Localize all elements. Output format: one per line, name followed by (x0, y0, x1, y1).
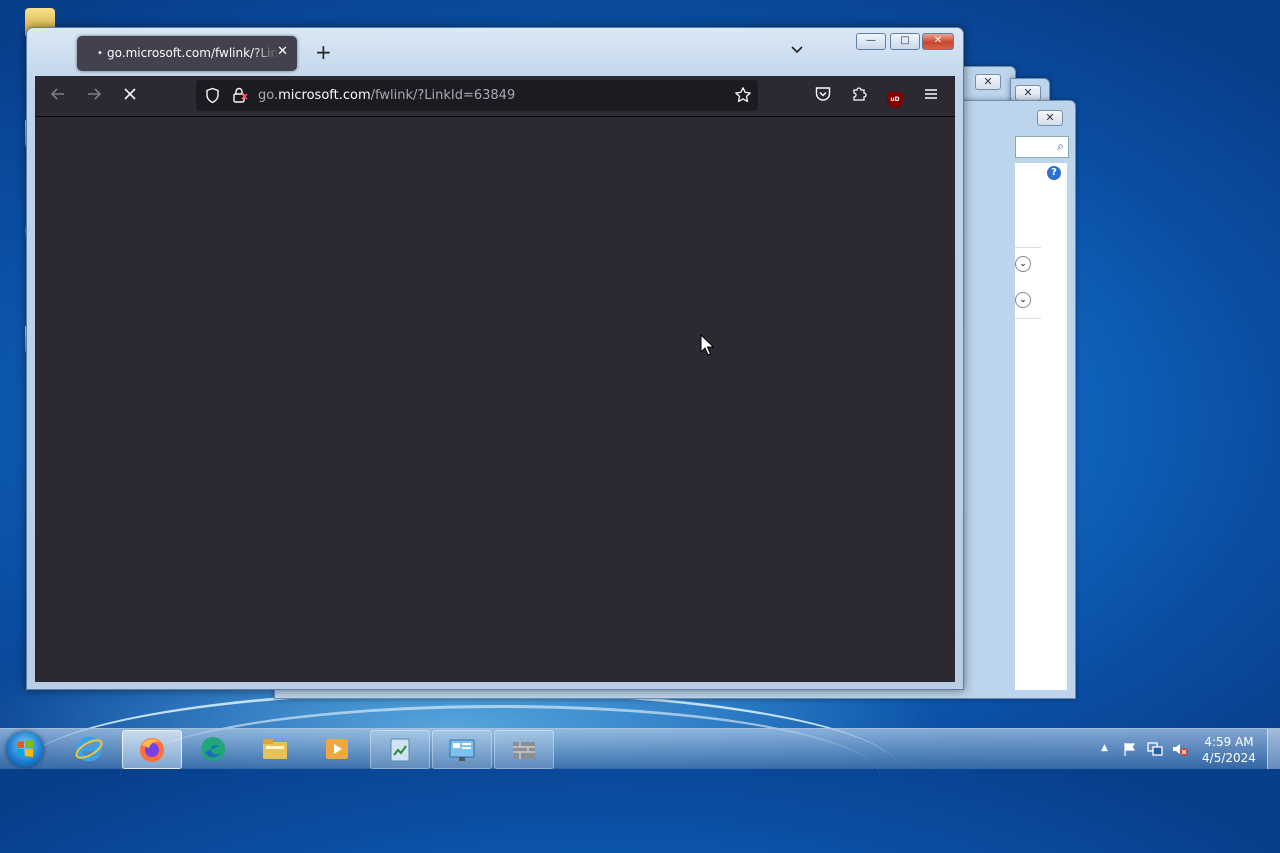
taskbar-firewall[interactable] (494, 730, 554, 769)
forward-button[interactable] (83, 85, 105, 107)
app-menu-button[interactable] (920, 85, 942, 107)
taskbar-media-player[interactable] (308, 730, 366, 767)
tab-loading-indicator: • (97, 48, 103, 59)
close-icon[interactable]: ✕ (1015, 85, 1041, 101)
taskbar-file-explorer[interactable] (246, 730, 304, 767)
clock[interactable]: 4:59 AM 4/5/2024 (1196, 734, 1262, 766)
tab-strip: • go.microsoft.com/fwlink/?LinkId=63849 … (35, 28, 955, 76)
firewall-icon (513, 742, 535, 759)
window-client: ? ⌄ ⌄ (1015, 163, 1067, 690)
menu-icon (925, 89, 937, 99)
mouse-cursor-icon (700, 334, 714, 356)
list-all-tabs-button[interactable] (789, 41, 809, 61)
close-icon[interactable]: ✕ (1037, 110, 1063, 126)
ublock-icon: uD (887, 92, 903, 108)
file-explorer-icon (263, 739, 287, 759)
search-input[interactable]: ⌕ (1015, 136, 1069, 158)
clock-date: 4/5/2024 (1202, 751, 1256, 765)
tab-close-icon[interactable]: ✕ (277, 44, 288, 59)
taskbar-task-manager[interactable] (370, 730, 430, 769)
taskbar-edge[interactable] (184, 730, 242, 767)
tab-title: go.microsoft.com/fwlink/?LinkId=63849 (107, 46, 279, 60)
divider (1015, 247, 1041, 248)
tab-active[interactable]: • go.microsoft.com/fwlink/?LinkId=63849 … (77, 36, 297, 71)
taskbar-firefox[interactable] (122, 730, 182, 769)
help-icon[interactable]: ? (1047, 166, 1061, 180)
ublock-button[interactable]: uD (884, 85, 906, 108)
lock-warning-icon[interactable] (231, 86, 249, 104)
page-content-area[interactable] (35, 117, 955, 682)
start-button[interactable] (6, 731, 44, 767)
action-center-flag-icon[interactable] (1122, 741, 1138, 757)
bookmark-star-icon[interactable] (734, 86, 752, 104)
volume-muted-icon[interactable] (1171, 741, 1189, 757)
new-tab-button[interactable]: + (315, 42, 335, 62)
control-panel-icon (449, 739, 475, 761)
windows-logo-icon (17, 740, 33, 757)
pocket-icon (815, 87, 831, 101)
show-desktop-button[interactable] (1267, 729, 1280, 769)
edge-icon (201, 737, 225, 761)
divider (1015, 318, 1041, 319)
taskbar-control-panel[interactable] (432, 730, 492, 769)
network-icon[interactable] (1146, 741, 1164, 757)
taskbar: ▲ 4:59 AM 4/5/2024 (0, 728, 1280, 769)
task-manager-icon (390, 738, 410, 762)
navigation-toolbar: go.microsoft.com/fwlink/?LinkId=63849 uD (35, 76, 955, 117)
taskbar-internet-explorer[interactable] (60, 730, 118, 767)
forward-arrow-icon (88, 88, 102, 100)
url-text[interactable]: go.microsoft.com/fwlink/?LinkId=63849 (258, 88, 515, 103)
chevron-down-icon[interactable]: ⌄ (1015, 256, 1031, 272)
stop-loading-button[interactable] (119, 85, 141, 107)
url-bar[interactable]: go.microsoft.com/fwlink/?LinkId=63849 (196, 80, 758, 111)
search-icon: ⌕ (1057, 139, 1064, 153)
wallpaper-sweep (120, 705, 880, 848)
extensions-icon (853, 87, 867, 101)
close-icon[interactable]: ✕ (975, 74, 1001, 90)
chevron-down-icon[interactable]: ⌄ (1015, 292, 1031, 308)
clock-time: 4:59 AM (1204, 735, 1254, 749)
media-player-icon (326, 739, 348, 759)
back-button[interactable] (47, 85, 69, 107)
pocket-button[interactable] (812, 85, 834, 107)
back-arrow-icon (50, 88, 64, 100)
shield-icon[interactable] (204, 87, 221, 104)
stop-icon (124, 88, 136, 100)
tray-overflow-button[interactable]: ▲ (1101, 743, 1108, 753)
firefox-window[interactable]: — □ ✕ • go.microsoft.com/fwlink/?LinkId=… (26, 27, 964, 690)
internet-explorer-icon (75, 736, 103, 762)
chevron-down-icon (791, 46, 803, 54)
firefox-icon (140, 738, 164, 762)
extensions-button[interactable] (848, 85, 870, 107)
